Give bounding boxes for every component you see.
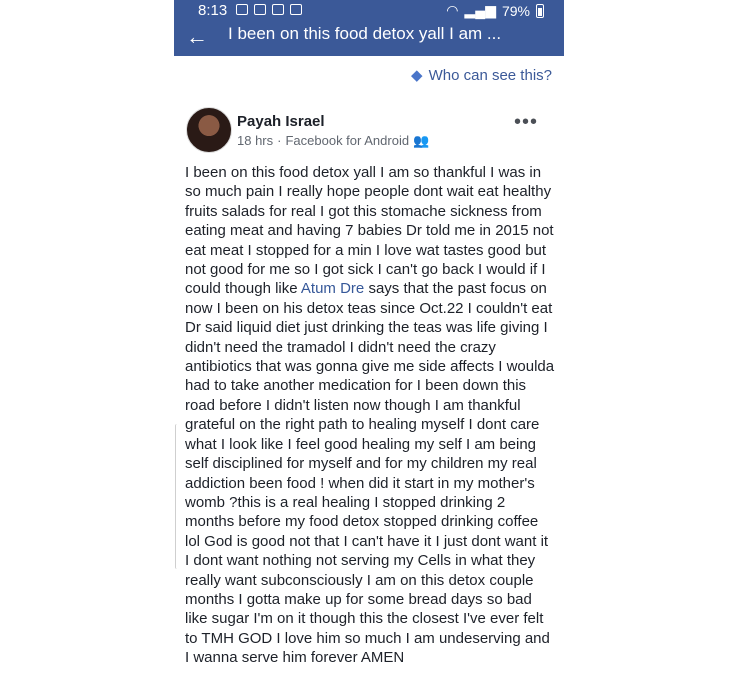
friends-icon: 👥 xyxy=(413,133,430,148)
post-text-part1: I been on this food detox yall I am so t… xyxy=(185,164,554,298)
back-arrow-icon[interactable]: ← xyxy=(186,24,208,50)
message-icon xyxy=(290,4,302,15)
post-meta: 18 hrs · Facebook for Android 👥 xyxy=(237,133,429,149)
post-time[interactable]: 18 hrs xyxy=(237,133,273,149)
instagram-icon xyxy=(236,4,248,15)
privacy-link[interactable]: ◆ Who can see this? xyxy=(411,66,552,85)
status-right: ◠ ▂▄▆ 79% xyxy=(446,2,544,19)
more-options-icon[interactable]: ••• xyxy=(514,111,538,134)
post-text: I been on this food detox yall I am so t… xyxy=(185,163,555,668)
notification-icons xyxy=(236,4,302,15)
privacy-label: Who can see this? xyxy=(428,66,552,84)
author-name[interactable]: Payah Israel xyxy=(237,113,325,130)
post-header: Payah Israel 18 hrs · Facebook for Andro… xyxy=(184,105,554,155)
status-bar: 8:13 ◠ ▂▄▆ 79% xyxy=(174,0,564,22)
avatar[interactable] xyxy=(186,107,232,153)
battery-icon xyxy=(536,3,544,18)
mail-icon xyxy=(254,4,266,15)
status-time: 8:13 xyxy=(198,2,228,19)
tag-icon: ◆ xyxy=(411,67,423,84)
phone-screen: 8:13 ◠ ▂▄▆ 79% ← I been on this food det… xyxy=(174,0,564,688)
mail-icon xyxy=(272,4,284,15)
meta-separator: · xyxy=(277,133,282,148)
page-title: I been on this food detox yall I am ... xyxy=(228,24,502,43)
scroll-edge xyxy=(175,424,179,569)
post-text-part2: says that the past focus on now I been o… xyxy=(185,280,555,667)
mention-link[interactable]: Atum Dre xyxy=(301,280,364,297)
battery-percent: 79% xyxy=(501,2,530,19)
signal-icon: ▂▄▆ xyxy=(464,2,496,18)
wifi-icon: ◠ xyxy=(446,2,459,18)
post-source: Facebook for Android xyxy=(285,133,410,148)
nav-bar: ← I been on this food detox yall I am ..… xyxy=(174,22,564,56)
